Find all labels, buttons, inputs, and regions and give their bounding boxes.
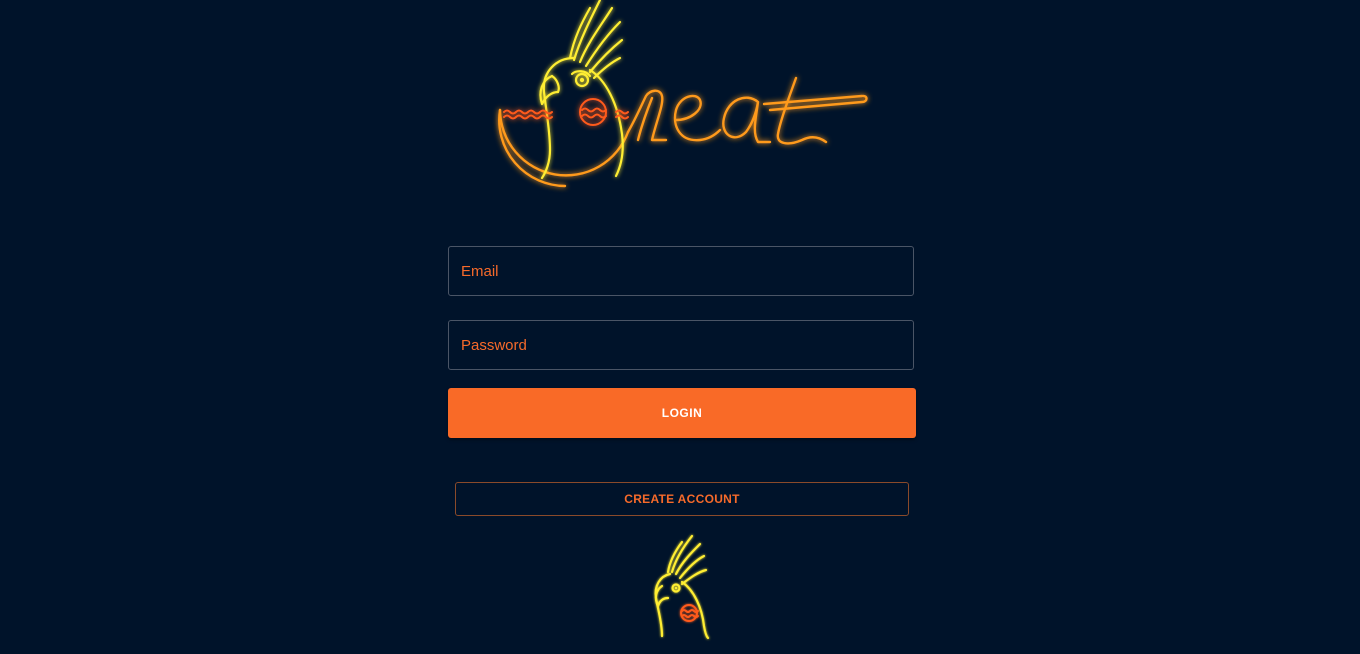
email-field[interactable] [448,246,914,296]
neon-cockatiel-icon [654,534,710,640]
password-input[interactable] [449,321,913,369]
password-field[interactable] [448,320,914,370]
login-button[interactable]: LOGIN [448,388,916,438]
create-account-button[interactable]: CREATE ACCOUNT [455,482,909,516]
footer-logo [648,532,714,642]
neat-logo [490,0,880,200]
neon-cockatiel-neat-logo-icon [498,0,868,188]
email-input[interactable] [449,247,913,295]
